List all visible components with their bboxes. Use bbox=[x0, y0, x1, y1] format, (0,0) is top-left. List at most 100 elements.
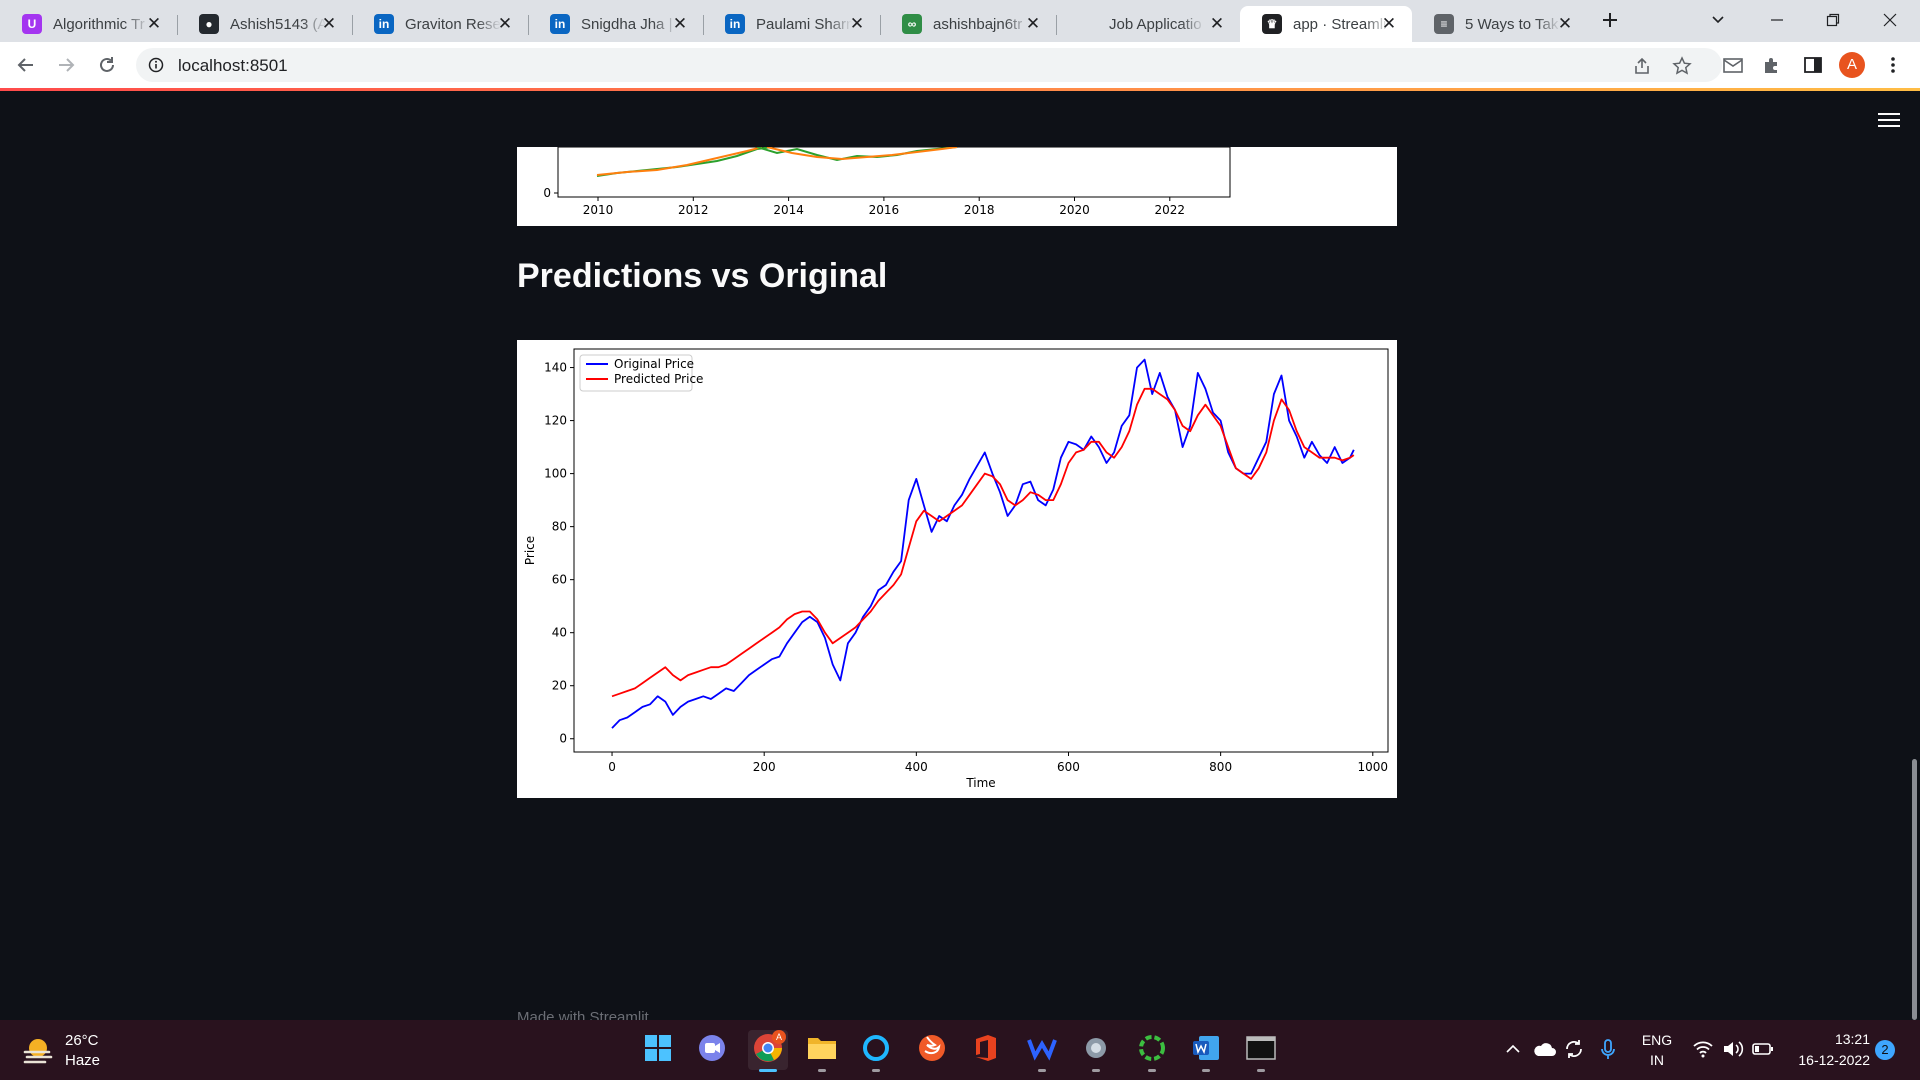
forward-button[interactable] bbox=[54, 53, 78, 77]
close-icon bbox=[1883, 13, 1897, 27]
y-tick-label: 140 bbox=[544, 361, 567, 375]
sync-icon[interactable] bbox=[1563, 1038, 1585, 1060]
browser-tab[interactable]: Job Applicatio ✕ bbox=[1056, 6, 1240, 42]
running-indicator bbox=[1257, 1069, 1265, 1072]
linkedin-icon: in bbox=[725, 14, 745, 34]
url-text[interactable]: localhost:8501 bbox=[178, 56, 288, 76]
x-tick-label: 200 bbox=[753, 760, 776, 774]
section-heading: Predictions vs Original bbox=[517, 257, 888, 295]
x-tick-label: 800 bbox=[1209, 760, 1232, 774]
arrow-right-icon bbox=[59, 58, 75, 72]
taskbar-app-settings[interactable] bbox=[1076, 1030, 1116, 1072]
x-tick-label: 600 bbox=[1057, 760, 1080, 774]
tab-close-icon[interactable]: ✕ bbox=[1208, 15, 1226, 33]
taskbar-app-cortana[interactable] bbox=[856, 1030, 896, 1072]
browser-tab[interactable]: U Algorithmic Tr ✕ bbox=[0, 6, 177, 42]
y-tick-label: 20 bbox=[552, 679, 567, 693]
taskbar-app-windows-start[interactable] bbox=[638, 1030, 678, 1070]
address-bar[interactable]: localhost:8501 bbox=[136, 48, 1722, 82]
y-tick-label: 0 bbox=[543, 186, 551, 200]
info-icon[interactable] bbox=[148, 57, 164, 73]
volume-icon[interactable] bbox=[1722, 1040, 1744, 1058]
region-indicator[interactable]: IN bbox=[1640, 1052, 1674, 1068]
taskbar-app-file-explorer[interactable] bbox=[802, 1030, 842, 1072]
tab-close-icon[interactable]: ✕ bbox=[145, 15, 163, 33]
office-icon bbox=[973, 1033, 999, 1068]
minimize-button[interactable] bbox=[1765, 8, 1789, 32]
restore-button[interactable] bbox=[1821, 8, 1845, 32]
browser-tab[interactable]: ≡ 5 Ways to Tak ✕ bbox=[1412, 6, 1588, 42]
reload-button[interactable] bbox=[95, 53, 119, 77]
onedrive-cloud-icon[interactable] bbox=[1532, 1040, 1556, 1058]
y-tick-label: 0 bbox=[559, 732, 567, 746]
y-axis-label: Price bbox=[523, 536, 537, 565]
taskbar-app-terminal[interactable] bbox=[1241, 1030, 1281, 1072]
tab-close-icon[interactable]: ✕ bbox=[1024, 15, 1042, 33]
taskbar-app-office[interactable] bbox=[966, 1030, 1006, 1070]
y-tick-label: 40 bbox=[552, 626, 567, 640]
windows-taskbar: 26°C Haze A ENG IN 13:21 16-12-2022 2 bbox=[0, 1020, 1920, 1080]
tab-close-icon[interactable]: ✕ bbox=[848, 15, 866, 33]
microphone-icon[interactable] bbox=[1600, 1038, 1616, 1062]
cortana-icon bbox=[861, 1033, 891, 1068]
zoom-icon bbox=[697, 1033, 727, 1068]
webex-icon bbox=[1026, 1034, 1058, 1067]
moving-average-chart-svg: 2010 2012 2014 2016 2018 2020 2022 0 bbox=[543, 146, 1231, 217]
geeksforgeeks-icon: ∞ bbox=[902, 14, 922, 34]
back-button[interactable] bbox=[14, 53, 38, 77]
running-indicator bbox=[1202, 1069, 1210, 1072]
tab-close-icon[interactable]: ✕ bbox=[1380, 15, 1398, 33]
battery-icon[interactable] bbox=[1752, 1041, 1774, 1057]
close-window-button[interactable] bbox=[1878, 8, 1902, 32]
page-scrollbar[interactable] bbox=[1912, 759, 1917, 1020]
taskbar-app-word[interactable] bbox=[1186, 1030, 1226, 1072]
taskbar-app-refresh-app[interactable] bbox=[1132, 1030, 1172, 1072]
taskbar-app-swift[interactable] bbox=[912, 1030, 952, 1070]
star-icon[interactable] bbox=[1672, 56, 1692, 76]
tab-search-button[interactable] bbox=[1706, 8, 1730, 32]
browser-tab[interactable]: in Snigdha Jha | ✕ bbox=[528, 6, 703, 42]
clock-date[interactable]: 16-12-2022 bbox=[1780, 1052, 1870, 1068]
mail-extension-icon[interactable] bbox=[1722, 55, 1744, 75]
weather-temp[interactable]: 26°C bbox=[65, 1032, 99, 1049]
x-axis-label: Time bbox=[965, 776, 995, 790]
weather-condition[interactable]: Haze bbox=[65, 1052, 100, 1069]
tab-title: Ashish5143 (A bbox=[230, 15, 326, 33]
browser-tab[interactable]: in Paulami Sharm ✕ bbox=[703, 6, 880, 42]
browser-tab[interactable]: in Graviton Rese ✕ bbox=[352, 6, 528, 42]
weather-haze-icon[interactable] bbox=[22, 1034, 54, 1066]
footer-text[interactable]: Made with Streamlit bbox=[517, 1009, 649, 1020]
tab-close-icon[interactable]: ✕ bbox=[1556, 15, 1574, 33]
wifi-icon[interactable] bbox=[1692, 1040, 1714, 1058]
browser-tab[interactable]: ♛ app · Streamli ✕ bbox=[1240, 6, 1412, 42]
extensions-puzzle-icon[interactable] bbox=[1762, 55, 1782, 75]
hamburger-menu-icon[interactable] bbox=[1878, 113, 1900, 131]
tab-close-icon[interactable]: ✕ bbox=[671, 15, 689, 33]
x-tick-label: 0 bbox=[608, 760, 616, 774]
browser-tab[interactable]: ∞ ashishbajn6tr ✕ bbox=[880, 6, 1056, 42]
arrow-left-icon bbox=[17, 58, 33, 72]
predictions-chart: 0 200 400 600 800 1000 0 20 40 60 80 100 120 140 Time P… bbox=[517, 340, 1397, 798]
x-tick-label: 2012 bbox=[678, 203, 709, 217]
taskbar-app-chrome[interactable]: A bbox=[748, 1030, 788, 1072]
profile-avatar[interactable]: A bbox=[1839, 52, 1865, 78]
share-icon[interactable] bbox=[1632, 56, 1652, 76]
file-explorer-icon bbox=[806, 1034, 838, 1067]
side-panel-icon[interactable] bbox=[1803, 55, 1823, 75]
running-indicator bbox=[1038, 1069, 1046, 1072]
browser-tab[interactable]: ● Ashish5143 (A ✕ bbox=[177, 6, 352, 42]
settings-icon bbox=[1081, 1033, 1111, 1068]
tab-close-icon[interactable]: ✕ bbox=[320, 15, 338, 33]
chevron-up-icon[interactable] bbox=[1505, 1042, 1521, 1056]
moving-average-chart: 2010 2012 2014 2016 2018 2020 2022 0 bbox=[517, 146, 1397, 226]
clock-time[interactable]: 13:21 bbox=[1790, 1031, 1870, 1047]
tab-close-icon[interactable]: ✕ bbox=[496, 15, 514, 33]
language-indicator[interactable]: ENG bbox=[1640, 1032, 1674, 1048]
taskbar-app-zoom[interactable] bbox=[692, 1030, 732, 1070]
kebab-menu-icon[interactable] bbox=[1883, 55, 1903, 75]
restore-icon bbox=[1826, 13, 1840, 27]
new-tab-button[interactable] bbox=[1598, 8, 1622, 32]
x-tick-label: 2022 bbox=[1155, 203, 1186, 217]
notification-badge[interactable]: 2 bbox=[1875, 1040, 1895, 1060]
taskbar-app-webex[interactable] bbox=[1022, 1030, 1062, 1072]
